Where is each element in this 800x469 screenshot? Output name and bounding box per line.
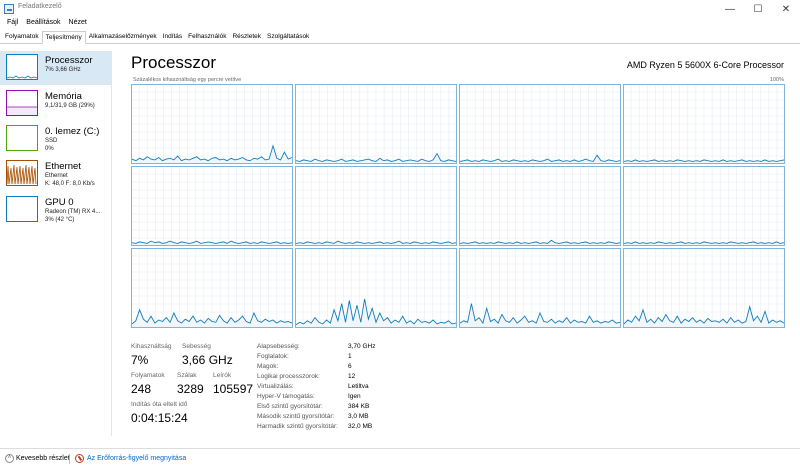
sidebar-item-detail: 9,1/31,9 GB (29%) [45, 103, 95, 109]
l1-cache-label: Első szintű gyorsítótár: [257, 403, 323, 410]
l2-cache-value: 3,0 MB [348, 413, 369, 420]
tab-app-history[interactable]: Alkalmazáselőzmények [86, 31, 160, 43]
hyperv-support-value: Igen [348, 393, 361, 400]
cpu-model-name: AMD Ryzen 5 5600X 6-Core Processor [626, 60, 784, 70]
l2-cache-label: Második szintű gyorsítótár: [257, 413, 335, 420]
resource-monitor-icon [75, 454, 84, 463]
resource-sidebar: Processzor 7% 3,66 GHz Memória 9,1/31,9 … [0, 51, 112, 436]
menu-options[interactable]: Beállítások [22, 18, 64, 31]
sidebar-item-label: Memória [45, 91, 82, 102]
sockets-value: 1 [348, 353, 352, 360]
sidebar-item-gpu[interactable]: GPU 0 Radeon (TM) RX 4... 3% (42 °C) [0, 193, 112, 227]
cpu-core-graph-0 [131, 84, 293, 164]
hyperv-support-label: Hyper-V támogatás: [257, 393, 315, 400]
logical-processors-value: 12 [348, 373, 356, 380]
uptime-label: Indítás óta eltelt idő [131, 401, 188, 408]
tab-users[interactable]: Felhasználók [185, 31, 229, 43]
title-bar: Feladatkezelő — ☐ ✕ [0, 0, 800, 18]
menu-view[interactable]: Nézet [65, 18, 91, 31]
cpu-core-graph-11 [623, 248, 785, 328]
sidebar-item-detail: Ethernet [45, 173, 68, 179]
sidebar-item-usage: 0% [45, 146, 54, 152]
l3-cache-label: Harmadik szintű gyorsítótár: [257, 423, 338, 430]
gpu-thumbnail-icon [6, 196, 38, 222]
cores-value: 6 [348, 363, 352, 370]
tab-processes[interactable]: Folyamatok [2, 31, 42, 43]
sidebar-item-detail: 7% 3,66 GHz [45, 67, 81, 73]
disk-thumbnail-icon [6, 125, 38, 151]
tab-performance[interactable]: Teljesítmény [41, 31, 86, 44]
maximize-button[interactable]: ☐ [744, 0, 772, 18]
sockets-label: Foglalatok: [257, 353, 289, 360]
menu-bar: Fájl Beállítások Nézet [0, 18, 800, 31]
speed-value: 3,66 GHz [182, 353, 233, 367]
cpu-core-graph-10 [459, 248, 621, 328]
memory-thumbnail-icon [6, 90, 38, 116]
cpu-core-graph-4 [131, 166, 293, 246]
cpu-core-graph-2 [459, 84, 621, 164]
sidebar-item-label: 0. lemez (C:) [45, 126, 100, 137]
tab-services[interactable]: Szolgáltatások [264, 31, 312, 43]
footer-divider [69, 454, 70, 464]
sidebar-item-detail: Radeon (TM) RX 4... [45, 209, 101, 215]
l1-cache-value: 384 KB [348, 403, 370, 410]
cpu-core-graph-8 [131, 248, 293, 328]
base-speed-value: 3,70 GHz [348, 343, 376, 350]
sidebar-item-throughput: K: 48,0 F: 8,0 Kb/s [45, 181, 95, 187]
uptime-value: 0:04:15:24 [131, 411, 188, 425]
window-controls: — ☐ ✕ [716, 0, 800, 18]
close-button[interactable]: ✕ [772, 0, 800, 18]
handles-label: Leírók [213, 372, 232, 379]
cpu-core-graph-1 [295, 84, 457, 164]
sidebar-item-detail: SSD [45, 138, 58, 144]
sidebar-item-cpu[interactable]: Processzor 7% 3,66 GHz [0, 51, 112, 85]
task-manager-icon [4, 4, 14, 14]
window-title: Feladatkezelő [18, 3, 62, 10]
cpu-core-graph-6 [459, 166, 621, 246]
utilization-label: Kihasználtság [131, 343, 172, 350]
cpu-core-graph-9 [295, 248, 457, 328]
speed-label: Sebesség [182, 343, 211, 350]
minimize-button[interactable]: — [716, 0, 744, 18]
logical-processor-graphs [131, 84, 785, 329]
menu-file[interactable]: Fájl [3, 18, 22, 31]
handles-value: 105597 [213, 382, 254, 396]
sidebar-item-disk[interactable]: 0. lemez (C:) SSD 0% [0, 122, 112, 156]
utilization-value: 7% [131, 353, 149, 367]
tab-details[interactable]: Részletek [229, 31, 264, 43]
sidebar-item-label: GPU 0 [45, 197, 74, 208]
sidebar-item-memory[interactable]: Memória 9,1/31,9 GB (29%) [0, 87, 112, 121]
logical-processors-label: Logikai processzorok: [257, 373, 320, 380]
threads-label: Szálak [177, 372, 197, 379]
base-speed-label: Alapsebesség: [257, 343, 300, 350]
fewer-details-button[interactable]: Kevesebb részlet [16, 455, 70, 462]
graph-caption: Százalékos kihasználtság egy percre vetí… [133, 77, 242, 83]
sidebar-item-label: Ethernet [45, 161, 81, 172]
processes-label: Folyamatok [131, 372, 165, 379]
chevron-up-icon[interactable]: ˄ [5, 454, 14, 463]
footer-bar: ˄ Kevesebb részlet Az Erőforrás-figyelő … [0, 448, 800, 469]
cpu-core-graph-5 [295, 166, 457, 246]
virtualization-value: Letiltva [348, 383, 369, 390]
tab-bar: Folyamatok Teljesítmény Alkalmazáselőzmé… [0, 31, 800, 44]
sidebar-item-ethernet[interactable]: Ethernet Ethernet K: 48,0 F: 8,0 Kb/s [0, 157, 112, 191]
tab-startup[interactable]: Indítás [160, 31, 186, 43]
threads-value: 3289 [177, 382, 204, 396]
cpu-core-graph-7 [623, 166, 785, 246]
virtualization-label: Virtualizálás: [257, 383, 294, 390]
cpu-core-graph-3 [623, 84, 785, 164]
page-title: Processzor [131, 53, 217, 72]
cores-label: Magok: [257, 363, 279, 370]
sidebar-item-usage: 3% (42 °C) [45, 217, 75, 223]
cpu-thumbnail-icon [6, 54, 38, 80]
graph-max-label: 100% [769, 77, 784, 83]
ethernet-thumbnail-icon [6, 160, 38, 186]
open-resource-monitor-link[interactable]: Az Erőforrás-figyelő megnyitása [87, 455, 186, 462]
processes-value: 248 [131, 382, 152, 396]
l3-cache-value: 32,0 MB [348, 423, 373, 430]
sidebar-item-label: Processzor [45, 55, 93, 66]
